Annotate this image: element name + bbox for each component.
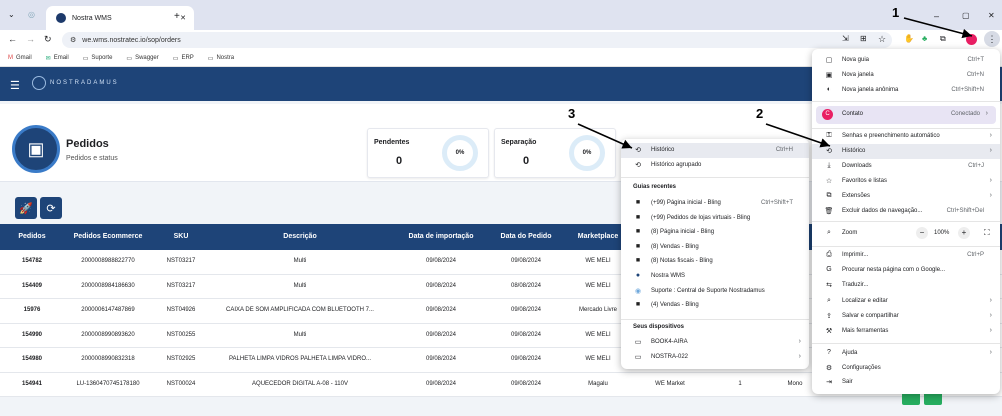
annotation-arrows [577,17,973,149]
annotation-label-1: 1 [892,5,900,20]
arrow-3 [577,123,633,149]
arrow-2 [765,123,831,148]
annotation-label-3: 3 [568,106,576,121]
annotation-label-2: 2 [756,106,764,121]
arrow-1 [903,17,973,39]
